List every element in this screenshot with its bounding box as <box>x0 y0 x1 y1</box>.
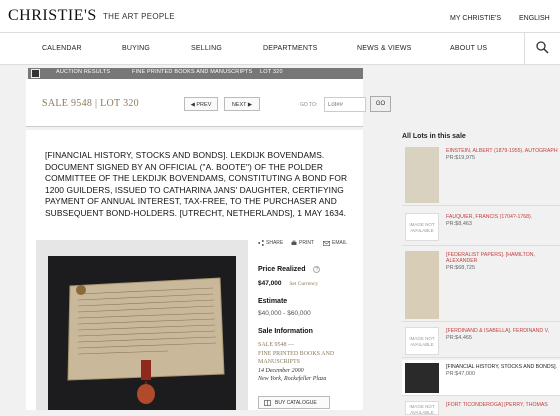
lot-name: [FERDINAND & ISABELLA]. FERDINAND V, <box>446 328 550 334</box>
breadcrumb: AUCTION RESULTS FINE PRINTED BOOKS AND M… <box>28 68 363 79</box>
print-button[interactable]: PRINT <box>291 240 314 246</box>
help-icon[interactable]: ? <box>313 266 321 273</box>
lot-name: FAUQUIER, FRANCIS (1704?-1768). <box>446 214 533 220</box>
breadcrumb-sale[interactable]: FINE PRINTED BOOKS AND MANUSCRIPTS <box>132 69 252 75</box>
list-item-current[interactable]: [FINANCIAL HISTORY, STOCKS AND BONDS]. PR… <box>402 360 560 396</box>
lot-link[interactable]: [FORT TICONDEROGA] [PERRY, THOMAS <box>446 402 558 408</box>
language-link[interactable]: ENGLISH <box>519 15 550 22</box>
lot-link[interactable]: [FERDINAND & ISABELLA]. FERDINAND V, PR:$… <box>446 328 558 341</box>
lot-image[interactable] <box>48 256 236 410</box>
lot-name: [FINANCIAL HISTORY, STOCKS AND BONDS]. <box>446 364 557 370</box>
nav-about-us[interactable]: ABOUT US <box>450 45 487 52</box>
email-icon <box>323 240 330 246</box>
share-label: SHARE <box>266 240 284 246</box>
lot-number-input[interactable] <box>324 97 366 112</box>
tagline: THE ART PEOPLE <box>103 12 175 21</box>
lot-name: [FEDERALIST PAPERS]. [HAMILTON, ALEXANDE… <box>446 252 535 265</box>
lot-link[interactable]: FAUQUIER, FRANCIS (1704?-1768). PR:$8,463 <box>446 214 558 227</box>
sale-info-line1[interactable]: SALE 9548 — <box>258 341 334 350</box>
top-header: CHRISTIE'S THE ART PEOPLE MY CHRISTIE'S … <box>0 0 560 32</box>
lot-title: [FINANCIAL HISTORY, STOCKS AND BONDS]. L… <box>45 150 348 218</box>
sale-info-line2[interactable]: FINE PRINTED BOOKS AND <box>258 350 334 359</box>
share-icon <box>258 240 264 246</box>
go-button[interactable]: GO <box>370 96 391 112</box>
estimate-label: Estimate <box>258 298 288 305</box>
print-label: PRINT <box>299 240 314 246</box>
lot-price: PR:$19,975 <box>446 155 476 162</box>
buy-catalogue-label: BUY CATALOGUE <box>275 400 317 406</box>
buy-catalogue-button[interactable]: BUY CATALOGUE <box>258 396 330 409</box>
print-icon <box>291 240 297 245</box>
email-button[interactable]: EMAIL <box>323 240 347 246</box>
search-icon <box>536 41 549 54</box>
nav-news-views[interactable]: NEWS & VIEWS <box>357 45 412 52</box>
lot-thumbnail[interactable] <box>405 363 439 393</box>
share-button[interactable]: SHARE <box>258 240 283 246</box>
list-item[interactable]: EINSTEIN, ALBERT (1879-1955). AUTOGRAPH P… <box>402 144 560 206</box>
next-button[interactable]: NEXT ▶ <box>224 97 260 111</box>
lot-price: PR:$4,465 <box>446 335 472 342</box>
prev-label: PREV <box>196 102 212 108</box>
price-realized-label: Price Realized <box>258 266 306 273</box>
sale-info-line3[interactable]: MANUSCRIPTS <box>258 358 334 367</box>
sale-header: SALE 9548 | LOT 320 ◀ PREV NEXT ▶ GO TO:… <box>26 79 391 127</box>
lot-name: [FORT TICONDEROGA] [PERRY, THOMAS <box>446 402 548 408</box>
sale-location: New York, Rockefeller Plaza <box>258 376 327 382</box>
nav-selling[interactable]: SELLING <box>191 45 222 52</box>
search-button[interactable] <box>524 33 560 64</box>
home-icon[interactable] <box>31 69 40 78</box>
my-christies-link[interactable]: MY CHRISTIE'S <box>450 15 501 22</box>
prev-button[interactable]: ◀ PREV <box>184 97 218 111</box>
nav-departments[interactable]: DEPARTMENTS <box>263 45 317 52</box>
nav-buying[interactable]: BUYING <box>122 45 150 52</box>
sale-information: SALE 9548 — FINE PRINTED BOOKS AND MANUS… <box>258 341 334 384</box>
lot-price: PR:$8,463 <box>446 221 472 228</box>
price-realized-value: $47,000 <box>258 280 282 287</box>
lot-price: PR:$47,000 <box>446 371 476 378</box>
list-item[interactable]: IMAGE NOT AVAILABLE [FERDINAND & ISABELL… <box>402 324 560 358</box>
lot-link[interactable]: [FEDERALIST PAPERS]. [HAMILTON, ALEXANDE… <box>446 252 558 272</box>
image-not-available: IMAGE NOT AVAILABLE <box>405 401 439 415</box>
christies-logo[interactable]: CHRISTIE'S <box>8 7 97 25</box>
next-label: NEXT <box>231 102 247 108</box>
sale-information-label: Sale Information <box>258 328 313 335</box>
image-not-available: IMAGE NOT AVAILABLE <box>405 213 439 241</box>
estimate-value: $40,000 - $60,000 <box>258 310 311 317</box>
lot-thumbnail[interactable] <box>405 147 439 203</box>
breadcrumb-auction-results[interactable]: AUCTION RESULTS <box>56 69 110 75</box>
lot-number: LOT 320 <box>100 98 139 109</box>
all-lots-sidebar: All Lots in this sale EINSTEIN, ALBERT (… <box>398 130 560 415</box>
list-item[interactable]: IMAGE NOT AVAILABLE FAUQUIER, FRANCIS (1… <box>402 210 560 246</box>
set-currency-link[interactable]: Set Currency <box>289 281 318 287</box>
list-item[interactable]: [FEDERALIST PAPERS]. [HAMILTON, ALEXANDE… <box>402 248 560 322</box>
lot-image-frame[interactable] <box>36 240 248 410</box>
image-not-available: IMAGE NOT AVAILABLE <box>405 327 439 355</box>
lot-name: EINSTEIN, ALBERT (1879-1955). AUTOGRAPH <box>446 148 558 154</box>
lot-link[interactable]: [FINANCIAL HISTORY, STOCKS AND BONDS]. PR… <box>446 364 558 377</box>
sale-number: SALE 9548 <box>42 98 93 109</box>
nav-calendar[interactable]: CALENDAR <box>42 45 82 52</box>
price-realized-row: $47,000 Set Currency <box>258 280 318 287</box>
goto-label: GO TO: <box>300 102 318 108</box>
sale-lot-title: SALE 9548 | LOT 320 <box>42 98 139 109</box>
lot-link[interactable]: EINSTEIN, ALBERT (1879-1955). AUTOGRAPH P… <box>446 148 558 161</box>
breadcrumb-lot: LOT 320 <box>260 69 283 75</box>
lot-price: PR:$68,725 <box>446 265 476 272</box>
document-image <box>67 277 225 404</box>
email-label: EMAIL <box>332 240 348 246</box>
main-nav: CALENDAR BUYING SELLING DEPARTMENTS NEWS… <box>0 32 560 65</box>
lot-thumbnail[interactable] <box>405 251 439 319</box>
book-icon <box>264 400 271 406</box>
all-lots-heading: All Lots in this sale <box>402 133 466 140</box>
price-realized-heading: Price Realized ? <box>258 266 321 273</box>
sale-date: 14 December 2000 <box>258 367 304 374</box>
